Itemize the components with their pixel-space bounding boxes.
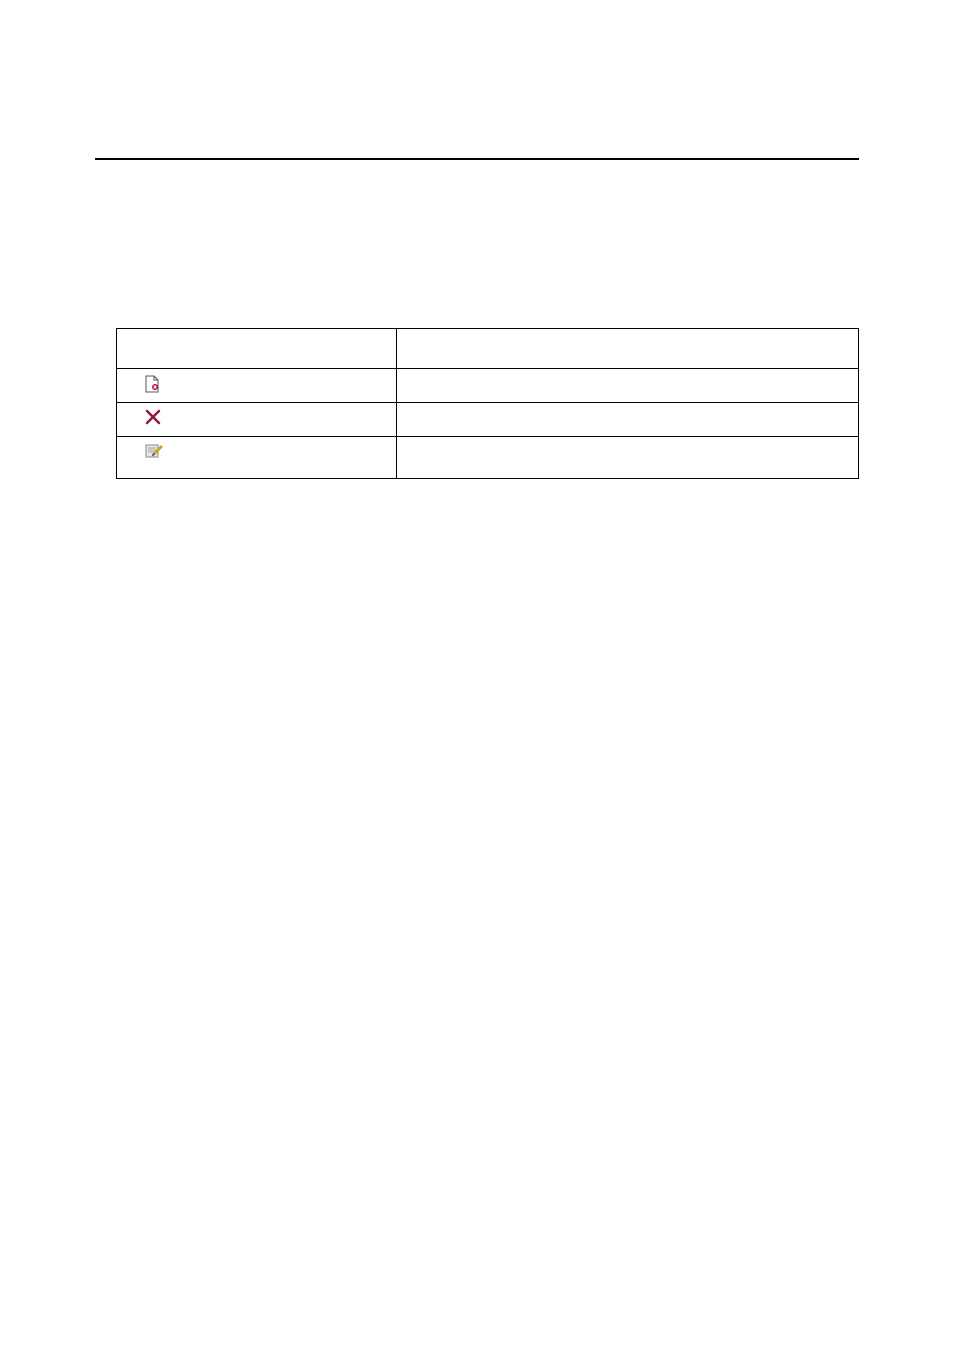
table-header-icon bbox=[117, 329, 397, 369]
desc-cell bbox=[397, 369, 859, 403]
new-doc-icon bbox=[145, 375, 163, 393]
table-row bbox=[117, 403, 859, 437]
table-row bbox=[117, 437, 859, 479]
icon-cell-new bbox=[117, 369, 397, 403]
horizontal-rule bbox=[95, 158, 859, 160]
icon-description-table bbox=[116, 328, 859, 479]
table-row bbox=[117, 369, 859, 403]
table-header-row bbox=[117, 329, 859, 369]
desc-cell bbox=[397, 403, 859, 437]
table-header-desc bbox=[397, 329, 859, 369]
icon-cell-edit bbox=[117, 437, 397, 479]
desc-cell bbox=[397, 437, 859, 479]
edit-pencil-icon bbox=[145, 443, 163, 461]
delete-x-icon bbox=[145, 409, 163, 427]
icon-cell-delete bbox=[117, 403, 397, 437]
